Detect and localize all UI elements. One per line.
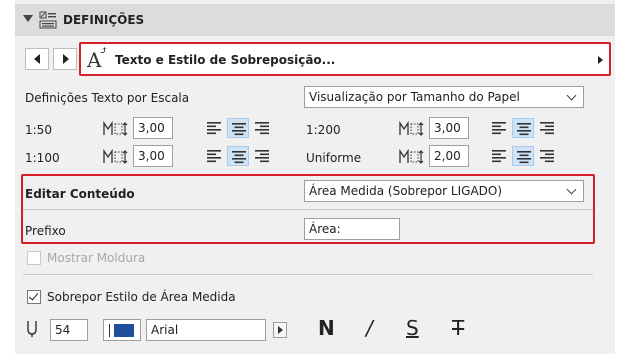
align-right-icon [255,122,269,135]
settings-dialog-icon [39,11,57,29]
prefix-field[interactable]: Área: [304,218,400,240]
align-center-button[interactable] [227,118,249,138]
align-center-button[interactable] [227,146,249,166]
align-right-icon [255,150,269,163]
align-right-icon [540,122,554,135]
font-name-field[interactable]: Arial [146,319,266,341]
panel-selector[interactable]: A ⤴ Texto e Estilo de Sobreposição... [79,42,611,76]
text-size-icon [399,121,424,136]
submenu-arrow-icon [598,56,603,64]
arrow-left-icon [34,54,40,64]
align-center-icon [517,123,531,136]
align-right-button[interactable] [536,118,558,138]
text-size-field-1-200[interactable]: 3,00 [429,117,469,139]
color-swatch [114,324,134,337]
scale-label-1-200: 1:200 [306,123,341,137]
scale-label-1-50: 1:50 [25,123,52,137]
pen-number-field[interactable]: 54 [50,319,88,341]
italic-button[interactable]: / [366,316,373,340]
edit-content-value: Área Medida (Sobrepor LIGADO) [309,184,503,198]
text-size-icon [399,149,424,164]
strikethrough-button[interactable]: T [452,316,464,340]
text-size-icon [103,149,128,164]
override-style-checkbox[interactable] [27,290,41,304]
next-button[interactable] [53,48,77,70]
text-size-icon [103,121,128,136]
edit-content-dropdown[interactable]: Área Medida (Sobrepor LIGADO) [304,180,584,202]
text-size-value: 3,00 [138,149,165,163]
chevron-down-icon [566,90,577,101]
align-left-icon [207,150,221,163]
align-center-button[interactable] [512,118,534,138]
arrow-right-icon [63,54,69,64]
align-center-icon [517,151,531,164]
bold-button[interactable]: N [318,316,335,340]
pen-icon [27,321,37,337]
underline-button[interactable]: S [406,316,419,340]
font-name-value: Arial [151,323,179,337]
collapse-arrow-icon[interactable] [23,15,33,22]
text-size-field-1-50[interactable]: 3,00 [133,117,173,139]
color-separator [109,324,110,337]
section-title: DEFINIÇÕES [63,13,145,27]
override-style-label: Sobrepor Estilo de Área Medida [47,290,236,304]
edit-content-label: Editar Conteúdo [25,187,135,201]
text-size-value: 2,00 [434,149,461,163]
align-center-icon [232,123,246,136]
align-left-icon [492,122,506,135]
prefix-label: Prefixo [25,224,66,238]
checkmark-icon [28,290,39,301]
align-center-icon [232,151,246,164]
show-frame-label: Mostrar Moldura [47,251,146,265]
align-left-icon [207,122,221,135]
text-size-field-uniform[interactable]: 2,00 [429,145,469,167]
text-size-value: 3,00 [138,121,165,135]
font-menu-button[interactable] [273,322,287,338]
align-right-button[interactable] [251,118,273,138]
align-left-button[interactable] [488,118,510,138]
text-color-button[interactable] [103,319,141,341]
align-right-button[interactable] [536,146,558,166]
pen-number-value: 54 [55,323,71,337]
align-left-button[interactable] [488,146,510,166]
align-center-button[interactable] [512,146,534,166]
scale-label-1-100: 1:100 [25,151,60,165]
prefix-value: Área: [309,222,341,236]
section-header[interactable]: DEFINIÇÕES [15,4,615,36]
previous-button[interactable] [25,48,49,70]
show-frame-checkbox[interactable] [27,251,41,265]
settings-panel: DEFINIÇÕES A ⤴ Texto e Estilo de Sobrepos… [15,0,615,354]
display-mode-dropdown[interactable]: Visualização por Tamanho do Papel [304,86,584,108]
panel-selector-label: Texto e Estilo de Sobreposição... [115,53,336,67]
divider [23,209,593,210]
align-right-button[interactable] [251,146,273,166]
text-size-field-1-100[interactable]: 3,00 [133,145,173,167]
navigation-row: A ⤴ Texto e Estilo de Sobreposição... [21,42,611,76]
align-left-icon [492,150,506,163]
text-size-value: 3,00 [434,121,461,135]
arrow-right-icon [278,326,283,334]
text-style-icon: A ⤴ [87,44,109,72]
align-right-icon [540,150,554,163]
scale-label-uniform: Uniforme [306,151,362,165]
chevron-down-icon [566,184,577,195]
align-left-button[interactable] [203,118,225,138]
scale-settings-label: Definições Texto por Escala [25,91,190,105]
align-left-button[interactable] [203,146,225,166]
display-mode-value: Visualização por Tamanho do Papel [309,90,520,104]
divider [23,274,593,275]
